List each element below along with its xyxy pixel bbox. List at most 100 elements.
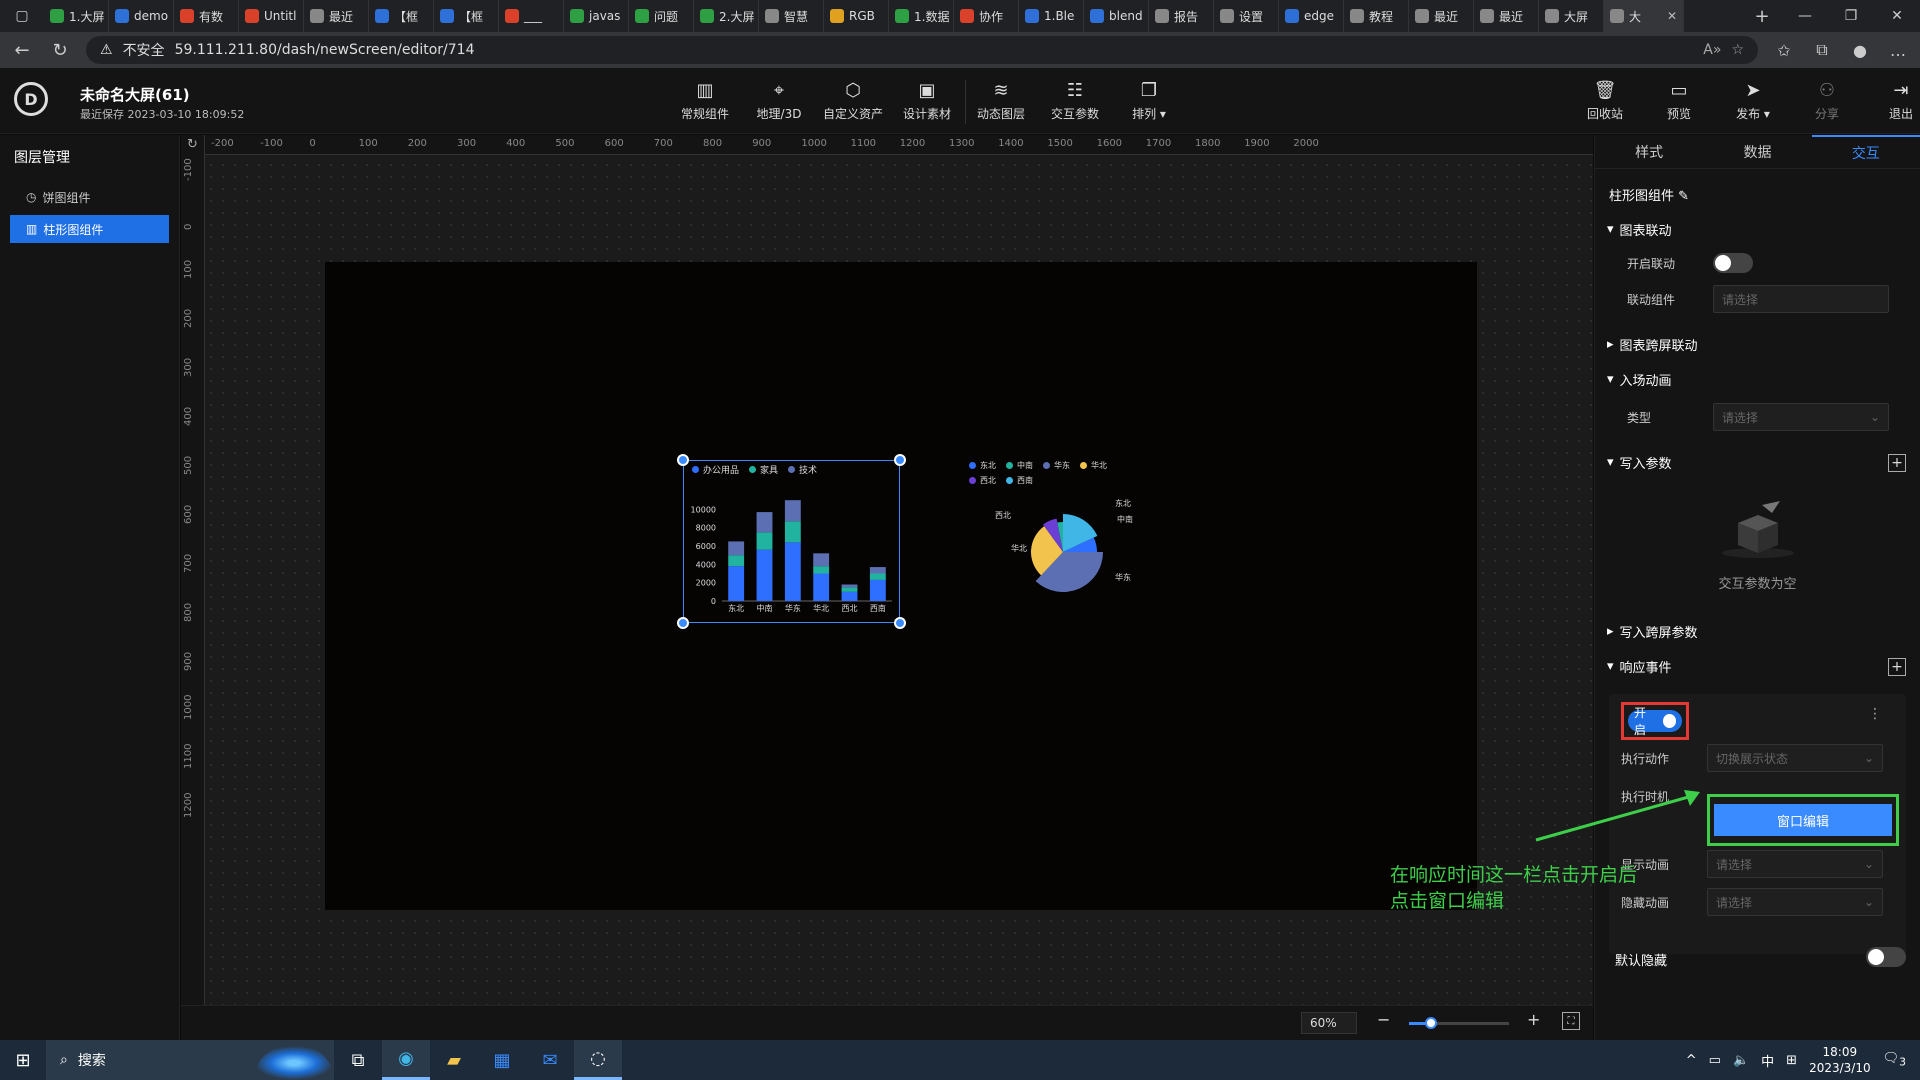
pie-chart-widget[interactable]: 东北 中南 华东 华北 西北 西南 东北 中南 华东 华北 西北: [965, 458, 1145, 608]
browser-tab[interactable]: 1.大屏: [44, 0, 109, 32]
browser-tab[interactable]: 2.大屏: [694, 0, 759, 32]
editor-canvas[interactable]: -200 -100 0 100 200 300 400 500 600 700 800 900 1000…: [181, 135, 1593, 1005]
bar-segment[interactable]: [813, 553, 830, 567]
bar-segment[interactable]: [756, 532, 773, 550]
browser-tab[interactable]: 智慧: [759, 0, 824, 32]
mail-icon[interactable]: ✉: [526, 1040, 574, 1080]
tab-actions-icon[interactable]: ▢: [0, 0, 44, 32]
bar-segment[interactable]: [756, 512, 773, 533]
profile-avatar[interactable]: ●: [1848, 41, 1872, 60]
bar-segment[interactable]: [728, 555, 745, 567]
section-chart-link[interactable]: ▾ 图表联动: [1595, 212, 1920, 247]
tray-chevron-icon[interactable]: ^: [1686, 1053, 1697, 1068]
browser-tab[interactable]: 问题: [629, 0, 694, 32]
browser-tab[interactable]: 【框: [369, 0, 434, 32]
screen-canvas[interactable]: 办公用品 家具 技术 10000 8000 6000 4000 2000 0 东北 中南 华东 华北西…: [325, 262, 1477, 910]
resize-handle-tr[interactable]: [894, 454, 906, 466]
tool-monitor-button[interactable]: ▭ 预览: [1642, 78, 1716, 124]
app-icon[interactable]: ◌: [574, 1040, 622, 1080]
resize-handle-tl[interactable]: [677, 454, 689, 466]
volume-icon[interactable]: 🔈: [1733, 1053, 1749, 1068]
fit-screen-icon[interactable]: ⛶: [1562, 1012, 1580, 1030]
browser-tab[interactable]: javas: [564, 0, 629, 32]
show-anim-select[interactable]: 请选择 ⌄: [1707, 850, 1883, 878]
tool-map-pin-button[interactable]: ⌖ 地理/3D: [742, 78, 816, 124]
section-entry-anim[interactable]: ▾ 入场动画: [1595, 362, 1920, 397]
tab-interaction[interactable]: 交互: [1811, 135, 1920, 168]
file-explorer-icon[interactable]: ▰: [430, 1040, 478, 1080]
hide-anim-select[interactable]: 请选择 ⌄: [1707, 888, 1883, 916]
anim-type-select[interactable]: 请选择 ⌄: [1713, 403, 1889, 431]
section-write-cross[interactable]: ▸ 写入跨屏参数: [1595, 614, 1920, 649]
enable-link-toggle[interactable]: [1713, 253, 1753, 273]
browser-tab[interactable]: 1.数据: [889, 0, 954, 32]
tab-style[interactable]: 样式: [1595, 135, 1703, 168]
bar-segment[interactable]: [813, 573, 830, 602]
browser-tab[interactable]: 最近: [1409, 0, 1474, 32]
tool-exit-button[interactable]: ⇥ 退出: [1864, 78, 1920, 124]
browser-tab[interactable]: 报告: [1149, 0, 1214, 32]
zoom-slider[interactable]: [1409, 1017, 1509, 1029]
read-aloud-icon[interactable]: A»: [1703, 42, 1721, 58]
refresh-icon[interactable]: ↻: [48, 40, 72, 61]
browser-tab[interactable]: 最近: [1474, 0, 1539, 32]
link-component-select[interactable]: 请选择: [1713, 285, 1889, 313]
collections-icon[interactable]: ⧉: [1810, 40, 1834, 60]
more-menu-icon[interactable]: …: [1886, 41, 1910, 60]
browser-tab[interactable]: ___: [499, 0, 564, 32]
bar-segment[interactable]: [756, 549, 773, 601]
bar-segment[interactable]: [841, 584, 858, 588]
new-tab-button[interactable]: +: [1742, 6, 1782, 27]
zoom-value[interactable]: 60%: [1301, 1012, 1357, 1034]
browser-tab[interactable]: 协作: [954, 0, 1019, 32]
bar-segment[interactable]: [784, 500, 801, 522]
more-options-icon[interactable]: ⋮: [1868, 706, 1882, 722]
reset-ruler-icon[interactable]: ↻: [187, 137, 198, 152]
bar-segment[interactable]: [728, 541, 745, 556]
add-param-button[interactable]: +: [1888, 453, 1906, 472]
bar-segment[interactable]: [784, 542, 801, 601]
network-icon[interactable]: ▭: [1709, 1053, 1721, 1068]
add-event-button[interactable]: +: [1888, 657, 1906, 676]
tool-bar-chart-button[interactable]: ▥ 常规组件: [668, 78, 742, 124]
window-edit-button[interactable]: 窗口编辑: [1714, 804, 1892, 836]
page-title[interactable]: 未命名大屏(61): [80, 84, 190, 105]
browser-tab[interactable]: 大 ✕: [1604, 0, 1684, 32]
browser-tab[interactable]: 有数: [174, 0, 239, 32]
default-hidden-toggle[interactable]: [1866, 947, 1906, 967]
browser-tab[interactable]: demo: [109, 0, 174, 32]
bar-segment[interactable]: [869, 579, 886, 601]
tool-hexagon-button[interactable]: ⬡ 自定义资产: [816, 78, 890, 124]
close-tab-icon[interactable]: ✕: [1667, 9, 1677, 23]
exec-action-select[interactable]: 切换展示状态 ⌄: [1707, 744, 1883, 772]
browser-tab[interactable]: edge: [1279, 0, 1344, 32]
bar-segment[interactable]: [813, 566, 830, 574]
favorite-star-icon[interactable]: ☆: [1731, 42, 1744, 58]
edit-pencil-icon[interactable]: ✎: [1678, 189, 1689, 204]
tab-data[interactable]: 数据: [1703, 135, 1811, 168]
taskbar-search[interactable]: ⌕ 搜索: [46, 1040, 334, 1080]
ime-indicator[interactable]: 中: [1761, 1051, 1774, 1070]
browser-tab[interactable]: 【框: [434, 0, 499, 32]
section-write-params[interactable]: ▾ 写入参数 +: [1595, 445, 1920, 480]
tool-trash-button[interactable]: 🗑 回收站: [1568, 78, 1642, 124]
event-enable-toggle[interactable]: 开启: [1628, 706, 1682, 737]
tool-sliders-button[interactable]: ☷ 交互参数: [1038, 78, 1112, 124]
bar-segment[interactable]: [784, 521, 801, 543]
restore-icon[interactable]: ❐: [1828, 8, 1874, 24]
bar-segment[interactable]: [841, 591, 858, 601]
favorites-icon[interactable]: ✩: [1772, 41, 1796, 60]
zoom-slider-thumb[interactable]: [1425, 1017, 1437, 1029]
tool-layers-button[interactable]: ≋ 动态图层: [964, 78, 1038, 124]
resize-handle-br[interactable]: [894, 617, 906, 629]
tool-image-button[interactable]: ▣ 设计素材: [890, 78, 964, 124]
browser-tab[interactable]: Untitl: [239, 0, 304, 32]
browser-tab[interactable]: 最近: [304, 0, 369, 32]
clock[interactable]: 18:09 2023/3/10: [1809, 1044, 1871, 1076]
minimize-icon[interactable]: —: [1782, 8, 1828, 24]
bar-segment[interactable]: [728, 566, 745, 601]
windows-start-icon[interactable]: ⊞: [0, 1040, 46, 1080]
bar-segment[interactable]: [869, 567, 886, 574]
edge-browser-icon[interactable]: ◉: [382, 1040, 430, 1080]
bar-chart-widget[interactable]: 办公用品 家具 技术 10000 8000 6000 4000 2000 0 东北 中南 华东 华北西…: [677, 454, 906, 629]
